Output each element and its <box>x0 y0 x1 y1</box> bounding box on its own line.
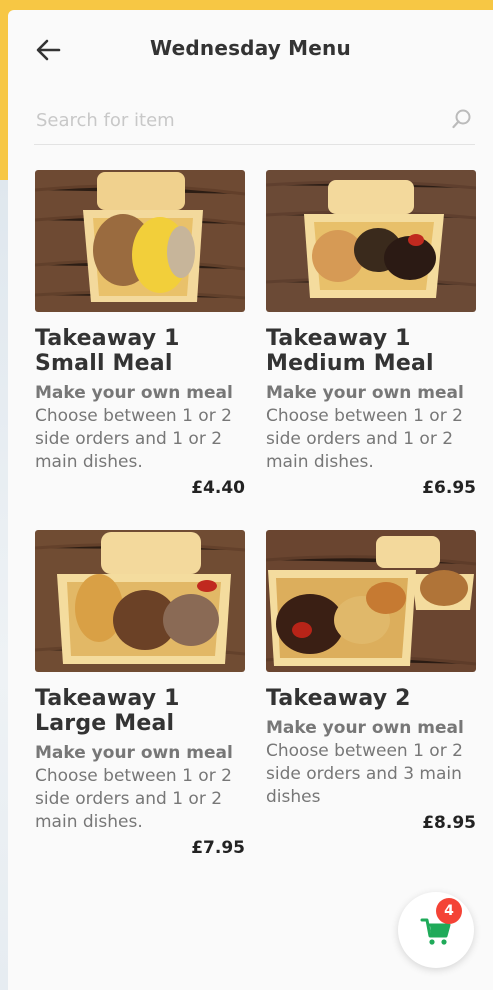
item-subtitle: Make your own meal <box>266 718 464 738</box>
item-description: Choose between 1 or 2 side orders and 1 … <box>35 406 232 472</box>
header: Wednesday Menu <box>8 10 493 90</box>
menu-item-medium-meal[interactable]: Takeaway 1 Medium Meal Make your own mea… <box>266 170 476 498</box>
menu-item-takeaway-2[interactable]: Takeaway 2 Make your own meal Choose bet… <box>266 530 476 833</box>
item-price: £6.95 <box>422 478 476 498</box>
item-price: £4.40 <box>191 478 245 498</box>
item-price: £8.95 <box>422 813 476 833</box>
item-price: £7.95 <box>191 838 245 858</box>
page-title: Wednesday Menu <box>150 36 351 60</box>
menu-item-small-meal[interactable]: Takeaway 1 Small Meal Make your own meal… <box>35 170 245 498</box>
food-photo <box>35 170 245 312</box>
item-name: Takeaway 2 <box>266 686 411 711</box>
item-subtitle: Make your own meal <box>266 383 464 403</box>
search-icon[interactable] <box>451 108 473 130</box>
food-photo <box>266 170 476 312</box>
food-photo <box>35 530 245 672</box>
item-subtitle: Make your own meal <box>35 743 233 763</box>
item-name: Takeaway 1 Medium Meal <box>266 326 434 376</box>
item-name: Takeaway 1 Large Meal <box>35 686 180 736</box>
item-name: Takeaway 1 Small Meal <box>35 326 180 376</box>
item-description: Choose between 1 or 2 side orders and 3 … <box>266 741 463 807</box>
item-description: Choose between 1 or 2 side orders and 1 … <box>35 766 232 832</box>
food-photo <box>266 530 476 672</box>
search-bar <box>34 100 475 145</box>
menu-panel: Wednesday Menu Takeaway 1 Small Me <box>8 10 493 990</box>
item-description: Choose between 1 or 2 side orders and 1 … <box>266 406 463 472</box>
cart-count-badge: 4 <box>436 898 462 924</box>
menu-item-large-meal[interactable]: Takeaway 1 Large Meal Make your own meal… <box>35 530 245 858</box>
item-subtitle: Make your own meal <box>35 383 233 403</box>
cart-button[interactable] <box>398 892 474 968</box>
search-input[interactable] <box>34 106 438 134</box>
